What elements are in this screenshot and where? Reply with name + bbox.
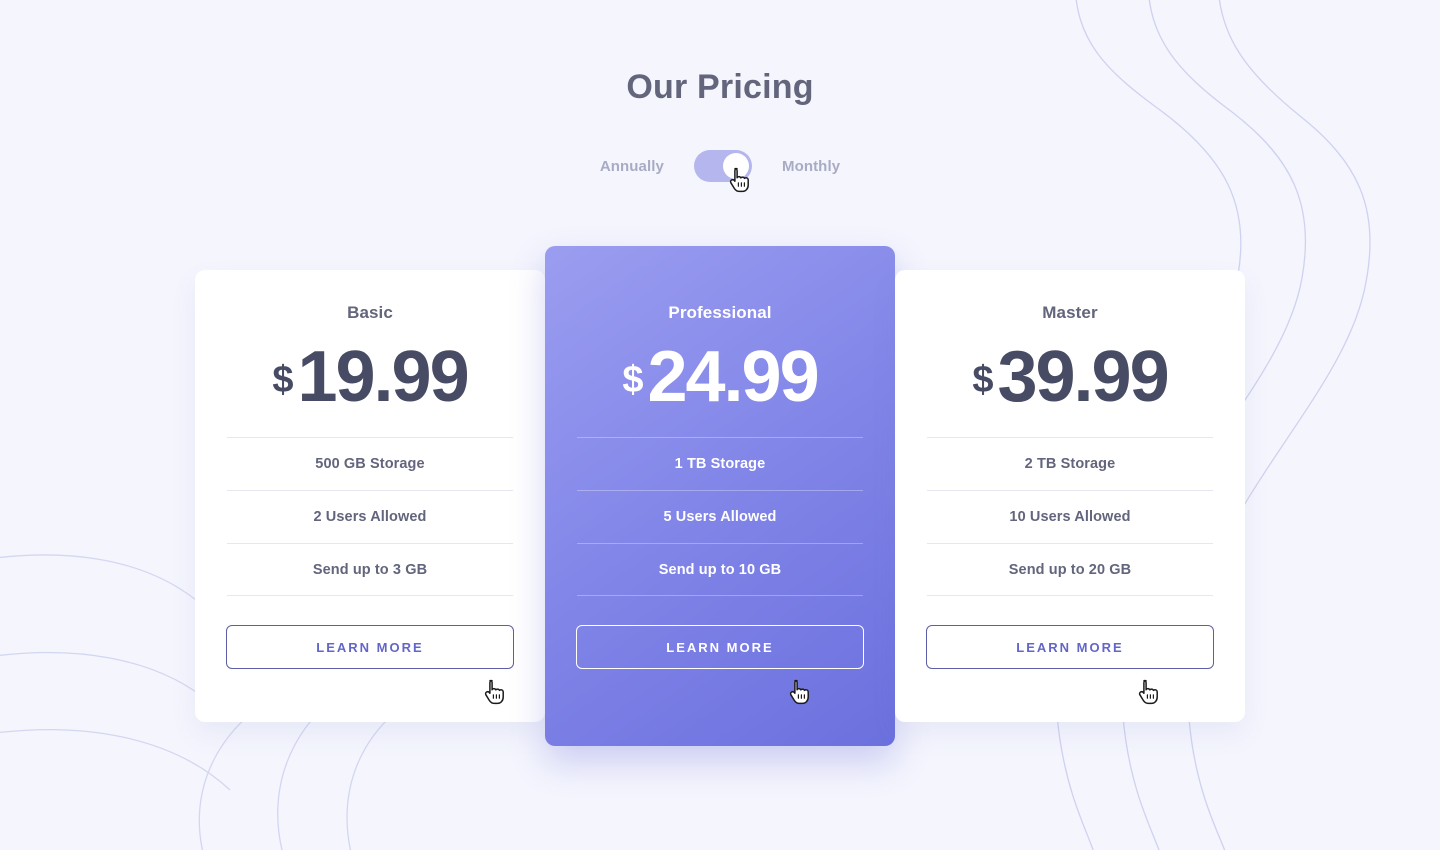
price-amount: 24.99 [647,337,819,417]
feature-item: Send up to 3 GB [227,543,513,596]
feature-item: 2 Users Allowed [227,490,513,543]
feature-item: 10 Users Allowed [927,490,1213,543]
plan-name: Master [1042,303,1098,322]
plan-features: 500 GB Storage 2 Users Allowed Send up t… [227,437,513,596]
learn-more-button-basic[interactable]: LEARN MORE [226,625,514,669]
plan-price: $ 24.99 [622,337,819,417]
price-amount: 39.99 [997,337,1169,417]
pricing-cards-container: Basic $ 19.99 500 GB Storage 2 Users All… [0,0,1440,850]
feature-item: 5 Users Allowed [577,490,863,543]
plan-features: 2 TB Storage 10 Users Allowed Send up to… [927,437,1213,596]
plan-price: $ 39.99 [972,337,1169,417]
learn-more-button-professional[interactable]: LEARN MORE [576,625,864,669]
learn-more-button-master[interactable]: LEARN MORE [926,625,1214,669]
plan-features: 1 TB Storage 5 Users Allowed Send up to … [577,437,863,596]
feature-item: Send up to 20 GB [927,543,1213,596]
feature-item: 1 TB Storage [577,437,863,490]
price-currency: $ [972,359,994,401]
pricing-card-master: Master $ 39.99 2 TB Storage 10 Users All… [895,270,1245,722]
pricing-card-basic: Basic $ 19.99 500 GB Storage 2 Users All… [195,270,545,722]
plan-name: Professional [668,303,772,322]
feature-item: 500 GB Storage [227,437,513,490]
pricing-card-professional: Professional $ 24.99 1 TB Storage 5 User… [545,246,895,746]
plan-name: Basic [347,303,393,322]
feature-item: 2 TB Storage [927,437,1213,490]
price-amount: 19.99 [297,337,469,417]
price-currency: $ [272,359,294,401]
price-currency: $ [622,359,644,401]
feature-item: Send up to 10 GB [577,543,863,596]
plan-price: $ 19.99 [272,337,469,417]
